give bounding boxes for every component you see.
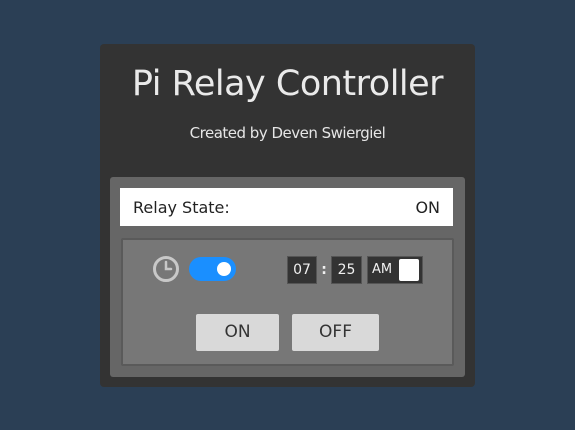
hour-input[interactable]: 07 (287, 256, 317, 284)
page-title: Pi Relay Controller (131, 64, 444, 104)
am-pm-label: AM (372, 262, 393, 277)
relay-state-label: Relay State: (133, 197, 230, 217)
off-button[interactable]: OFF (292, 314, 379, 351)
toggle-knob (217, 262, 231, 276)
time-separator: : (321, 262, 327, 278)
on-button[interactable]: ON (196, 314, 279, 351)
relay-state-value: ON (415, 197, 440, 217)
relay-state-row: Relay State: ON (120, 188, 453, 226)
am-pm-checkbox[interactable] (399, 259, 419, 281)
page-subtitle: Created by Deven Swiergiel (189, 124, 386, 142)
minute-input[interactable]: 25 (331, 256, 362, 284)
clock-icon (153, 256, 179, 282)
timer-toggle[interactable] (189, 257, 236, 281)
